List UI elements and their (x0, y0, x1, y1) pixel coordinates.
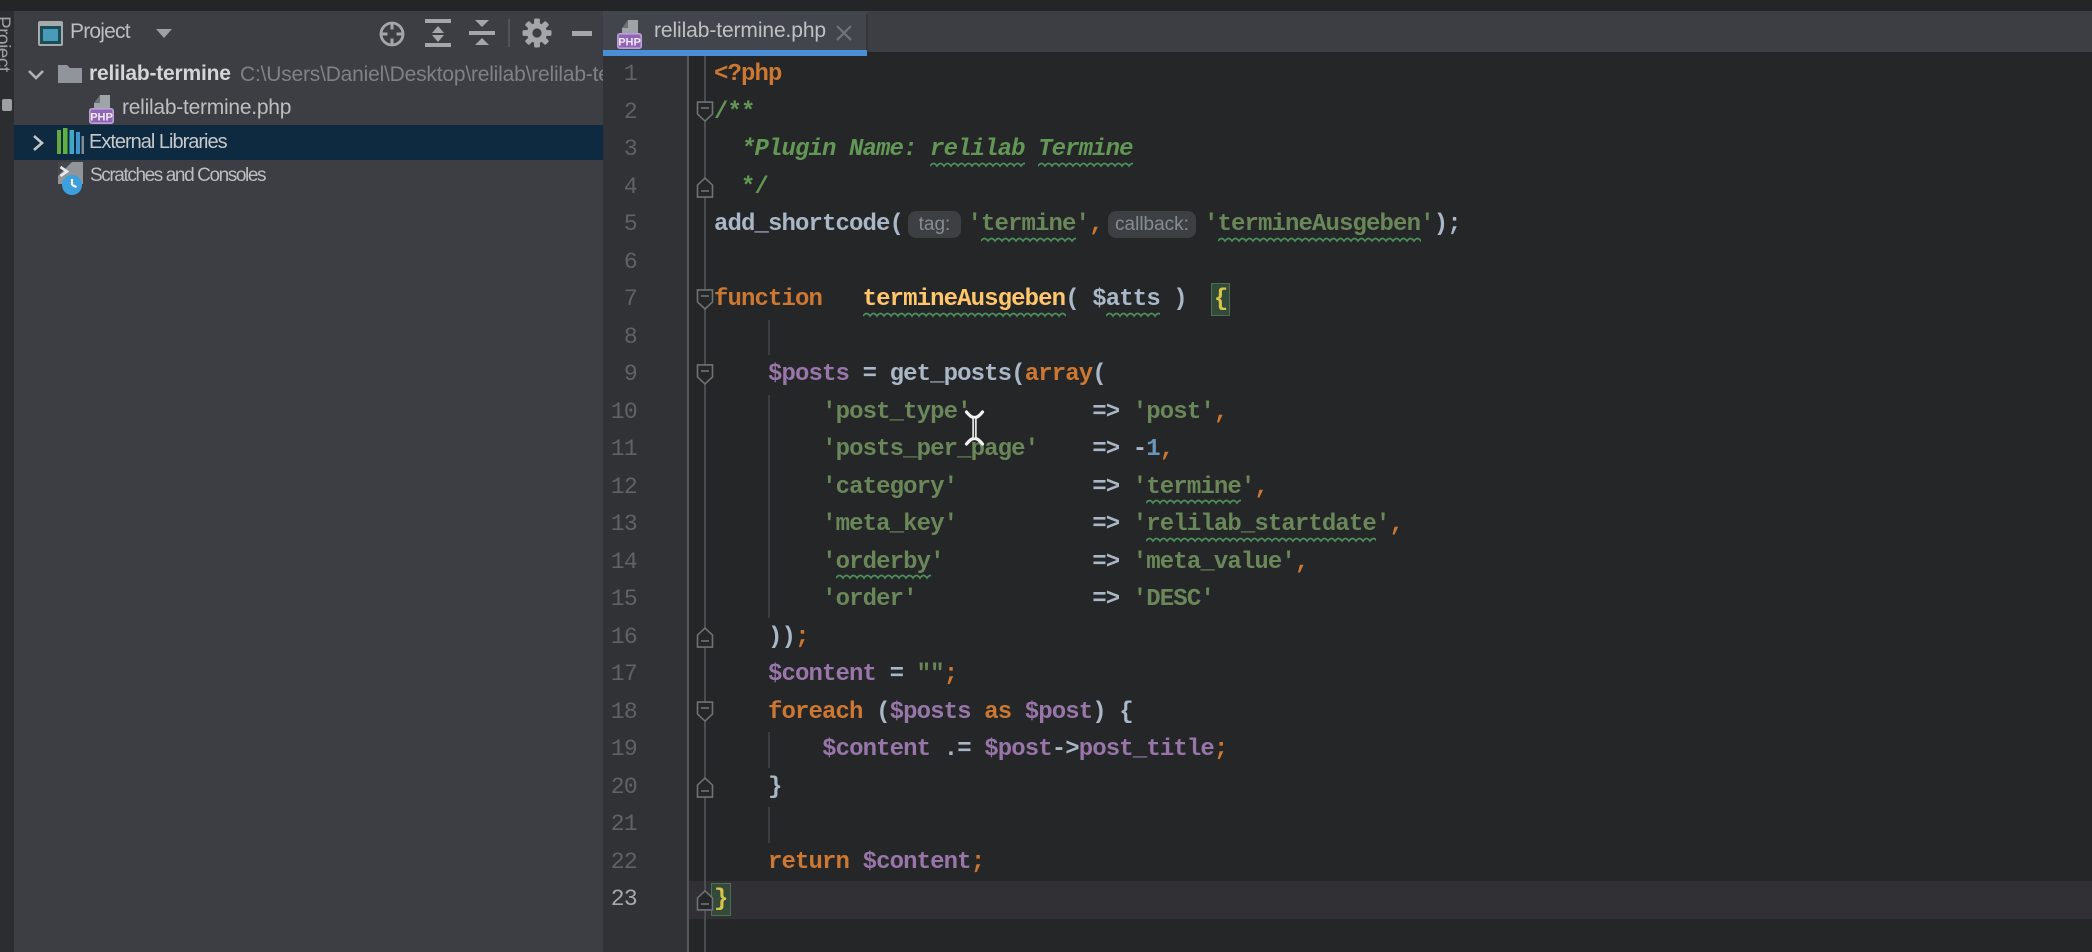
svg-text:PHP: PHP (618, 37, 641, 49)
svg-text:PHP: PHP (90, 112, 113, 124)
